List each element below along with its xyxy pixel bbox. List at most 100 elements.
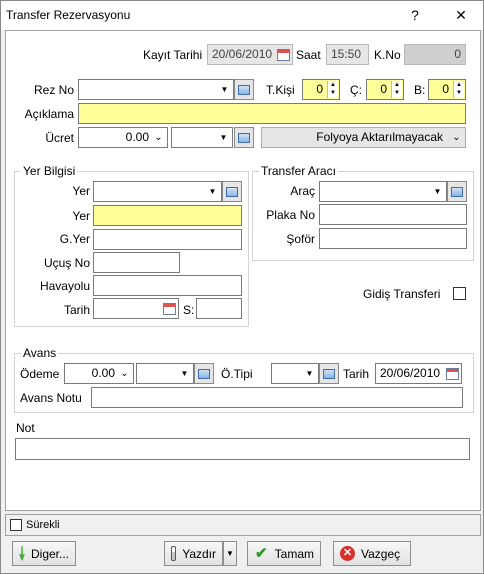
transfer-araci-title: Transfer Aracı: [259, 164, 338, 178]
not-input[interactable]: [15, 438, 470, 460]
arac-lookup-button[interactable]: [447, 181, 467, 202]
spinner-arrows-icon[interactable]: ▲ ▼: [327, 81, 338, 98]
ucret-amount[interactable]: 0.00 ⌄: [78, 127, 168, 148]
check-icon: ✔: [255, 545, 268, 562]
odeme-currency-combo[interactable]: ▼: [136, 363, 194, 384]
plaka-label: Plaka No: [266, 208, 315, 222]
havayolu-input[interactable]: [93, 275, 242, 296]
c-spinner[interactable]: 0 ▲ ▼: [366, 79, 404, 100]
gyer-label: G.Yer: [59, 232, 90, 246]
yer2-label: Yer: [72, 209, 90, 223]
folyo-select[interactable]: Folyoya Aktarılmayacak ⌄: [261, 127, 466, 148]
chevron-down-icon[interactable]: ▼: [302, 365, 317, 382]
yer-combo[interactable]: ▼: [93, 181, 222, 202]
havayolu-label: Havayolu: [39, 279, 90, 293]
avans-notu-label: Avans Notu: [20, 391, 82, 405]
avans-tarih-label: Tarih: [343, 367, 370, 381]
sofor-label: Şoför: [286, 232, 315, 246]
yer-label: Yer: [72, 184, 90, 198]
printer-icon: [171, 546, 177, 561]
chevron-down-icon[interactable]: ▼: [177, 365, 192, 382]
s-input[interactable]: [196, 298, 242, 319]
vazgec-button[interactable]: ✕ Vazgeç: [333, 541, 411, 566]
ucusno-label: Uçuş No: [43, 256, 90, 270]
window-title: Transfer Rezervasyonu: [6, 8, 131, 22]
yer2-input[interactable]: [93, 205, 242, 226]
avans-tarih-date-field[interactable]: 20/06/2010: [375, 363, 462, 384]
aciklama-input[interactable]: [78, 103, 466, 124]
chevron-down-icon[interactable]: ▼: [217, 81, 232, 98]
kno-field: 0: [404, 44, 466, 65]
aciklama-label: Açıklama: [24, 107, 74, 121]
kayit-tarihi-field: 20/06/2010: [207, 44, 293, 65]
arac-label: Araç: [290, 184, 315, 198]
main-panel: Kayıt Tarihi 20/06/2010 Saat 15:50 K.No …: [5, 30, 481, 511]
otipi-lookup-button[interactable]: [319, 363, 339, 384]
c-label: Ç:: [350, 83, 362, 97]
surekli-label: Sürekli: [26, 519, 60, 531]
gidis-transferi-label: Gidiş Transferi: [363, 287, 441, 301]
gidis-transferi-checkbox[interactable]: [453, 287, 466, 300]
rezno-combo[interactable]: ▼: [78, 79, 234, 100]
yazdir-dropdown-button[interactable]: ▼: [223, 541, 237, 566]
sofor-input[interactable]: [319, 228, 467, 249]
tamam-button[interactable]: ✔ Tamam: [247, 541, 321, 566]
ucret-currency-combo[interactable]: ▼: [171, 127, 233, 148]
kayit-tarihi-label: Kayıt Tarihi: [143, 48, 203, 62]
diger-button[interactable]: Diger...: [12, 541, 76, 566]
surekli-strip: Sürekli: [5, 514, 481, 536]
down-arrow-icon: [19, 546, 25, 561]
otipi-label: Ö.Tipi: [221, 367, 253, 381]
lookup-icon: [323, 368, 335, 379]
lookup-icon: [238, 132, 250, 143]
spinner-arrows-icon[interactable]: ▲ ▼: [453, 81, 464, 98]
avans-notu-input[interactable]: [91, 387, 463, 408]
yazdir-button[interactable]: Yazdır: [164, 541, 223, 566]
s-label: S:: [183, 303, 195, 317]
odeme-amount[interactable]: 0.00 ⌄: [64, 363, 134, 384]
ucusno-input[interactable]: [93, 252, 180, 273]
surekli-checkbox[interactable]: [10, 519, 22, 531]
chevron-down-icon[interactable]: ⌄: [151, 129, 166, 146]
chevron-down-icon: ▼: [226, 549, 234, 558]
calendar-icon: [276, 46, 291, 63]
saat-label: Saat: [296, 48, 321, 62]
chevron-down-icon[interactable]: ⌄: [117, 365, 132, 382]
close-button[interactable]: ✕: [445, 3, 477, 27]
saat-field: 15:50: [326, 44, 369, 65]
ucret-label: Ücret: [45, 131, 74, 145]
tarih-date-field[interactable]: [93, 298, 179, 319]
otipi-combo[interactable]: ▼: [271, 363, 319, 384]
tarih-label: Tarih: [63, 303, 90, 317]
help-button[interactable]: ?: [399, 3, 431, 27]
tkisi-label: T.Kişi: [266, 83, 295, 97]
title-bar: Transfer Rezervasyonu ? ✕: [1, 1, 483, 30]
gyer-input[interactable]: [93, 229, 242, 250]
calendar-icon[interactable]: [162, 300, 177, 317]
not-label: Not: [16, 421, 35, 435]
rezno-lookup-button[interactable]: [234, 79, 254, 100]
chevron-down-icon[interactable]: ▼: [216, 129, 231, 146]
chevron-down-icon[interactable]: ▼: [205, 183, 220, 200]
odeme-label: Ödeme: [20, 367, 60, 381]
dialog-window: Transfer Rezervasyonu ? ✕ Kayıt Tarihi 2…: [0, 0, 484, 574]
lookup-icon: [238, 84, 250, 95]
b-spinner[interactable]: 0 ▲ ▼: [428, 79, 466, 100]
yer-lookup-button[interactable]: [222, 181, 242, 202]
yer-bilgisi-title: Yer Bilgisi: [21, 164, 78, 178]
calendar-icon[interactable]: [445, 365, 460, 382]
lookup-icon: [198, 368, 210, 379]
lookup-icon: [226, 186, 238, 197]
chevron-down-icon[interactable]: ⌄: [449, 129, 464, 146]
plaka-input[interactable]: [319, 204, 467, 225]
spinner-arrows-icon[interactable]: ▲ ▼: [391, 81, 402, 98]
rezno-label: Rez No: [33, 83, 74, 97]
arac-combo[interactable]: ▼: [319, 181, 447, 202]
cancel-icon: ✕: [340, 546, 355, 561]
ucret-lookup-button[interactable]: [234, 127, 254, 148]
chevron-down-icon[interactable]: ▼: [430, 183, 445, 200]
odeme-lookup-button[interactable]: [194, 363, 214, 384]
tkisi-spinner[interactable]: 0 ▲ ▼: [302, 79, 340, 100]
lookup-icon: [451, 186, 463, 197]
avans-title: Avans: [21, 346, 59, 360]
